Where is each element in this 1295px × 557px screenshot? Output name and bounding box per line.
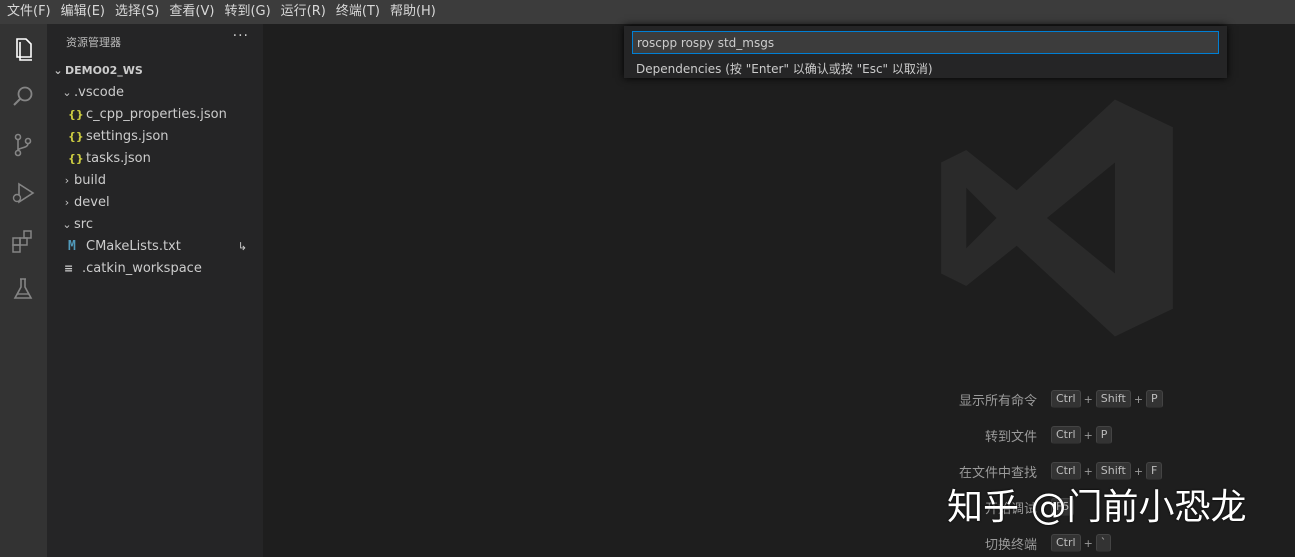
chevron-down-icon: ⌄ (53, 63, 63, 77)
tree-item-settings[interactable]: {} settings.json (47, 125, 263, 147)
menu-terminal[interactable]: 终端(T) (331, 0, 385, 24)
tree-item-src[interactable]: ⌄ src (47, 213, 263, 235)
shortcut-label: 转到文件 (984, 430, 1037, 445)
text-file-icon: ≡ (64, 261, 74, 275)
tree-item-label: src (74, 216, 93, 232)
json-file-icon: {} (68, 107, 84, 121)
testing-flask-icon[interactable] (8, 274, 38, 304)
key-cap: Ctrl (1051, 390, 1081, 408)
menu-selection[interactable]: 选择(S) (110, 0, 164, 24)
tree-item-label: .catkin_workspace (82, 260, 202, 276)
menu-run[interactable]: 运行(R) (276, 0, 331, 24)
shortcut-label: 开始调试 (984, 502, 1037, 517)
plus-sign: + (1133, 392, 1144, 406)
quick-input-widget: Dependencies (按 "Enter" 以确认或按 "Esc" 以取消) (624, 26, 1227, 78)
editor-area: 显示所有命令 Ctrl + Shift + P 转到文件 Ctrl + P 在文… (263, 24, 1295, 557)
shortcut-label: 显示所有命令 (958, 394, 1037, 409)
chevron-down-icon: ⌄ (62, 85, 72, 99)
json-file-icon: {} (68, 129, 84, 143)
tree-item-label: c_cpp_properties.json (86, 106, 227, 122)
menu-bar: 文件(F) 编辑(E) 选择(S) 查看(V) 转到(G) 运行(R) 终端(T… (0, 0, 1295, 24)
tree-item-label: devel (74, 194, 110, 210)
activity-bar (0, 24, 47, 557)
shortcut-label: 在文件中查找 (958, 466, 1037, 481)
menu-file[interactable]: 文件(F) (2, 0, 56, 24)
plus-sign: + (1083, 464, 1093, 478)
tree-item-label: tasks.json (86, 150, 151, 166)
cmake-file-icon: M (68, 238, 76, 254)
workspace-root[interactable]: ⌄ DEMO02_WS (47, 59, 263, 81)
key-cap: Shift (1095, 390, 1131, 408)
tree-item-catkin-workspace[interactable]: ≡ .catkin_workspace (47, 257, 263, 279)
shortcut-keys: Ctrl + ` (1051, 534, 1112, 552)
shortcut-keys: Ctrl + Shift + P (1051, 390, 1163, 408)
vscode-logo-watermark-icon (941, 99, 1173, 337)
sidebar-title: 资源管理器 (66, 36, 121, 49)
chevron-right-icon: › (64, 195, 70, 209)
tree-item-cmakelists[interactable]: M CMakeLists.txt ↳ (47, 235, 263, 257)
source-control-icon[interactable] (8, 130, 38, 160)
search-icon[interactable] (8, 82, 38, 112)
dependencies-input[interactable] (632, 31, 1219, 54)
key-cap: P (1146, 390, 1163, 408)
plus-sign: + (1083, 392, 1093, 406)
json-file-icon: {} (68, 151, 84, 165)
plus-sign: + (1083, 428, 1093, 442)
workspace-root-label: DEMO02_WS (65, 63, 143, 77)
run-debug-icon[interactable] (8, 178, 38, 208)
shortcut-keys: Ctrl + P (1051, 426, 1113, 444)
shortcut-label: 切换终端 (984, 538, 1037, 553)
tree-item-label: CMakeLists.txt (86, 238, 181, 254)
more-actions-icon[interactable]: ··· (233, 28, 249, 44)
plus-sign: + (1083, 536, 1093, 550)
key-cap: Ctrl (1051, 426, 1081, 444)
quick-input-message: Dependencies (按 "Enter" 以确认或按 "Esc" 以取消) (636, 62, 933, 76)
explorer-icon[interactable] (8, 34, 38, 64)
menu-help[interactable]: 帮助(H) (385, 0, 441, 24)
symlink-decoration-icon: ↳ (237, 239, 247, 253)
tree-item-label: settings.json (86, 128, 169, 144)
menu-edit[interactable]: 编辑(E) (56, 0, 110, 24)
plus-sign: + (1133, 464, 1144, 478)
chevron-right-icon: › (64, 173, 70, 187)
zhihu-watermark: 知乎 @门前小恐龙 (947, 487, 1247, 528)
tree-item-build[interactable]: › build (47, 169, 263, 191)
key-cap: ` (1095, 534, 1112, 552)
tree-item-label: build (74, 172, 106, 188)
explorer-sidebar: 资源管理器 ··· ⌄ DEMO02_WS ⌄ .vscode {} c_cpp… (47, 24, 263, 557)
tree-item-vscode[interactable]: ⌄ .vscode (47, 81, 263, 103)
chevron-down-icon: ⌄ (62, 217, 72, 231)
extensions-icon[interactable] (8, 226, 38, 256)
key-cap: P (1095, 426, 1113, 444)
tree-item-devel[interactable]: › devel (47, 191, 263, 213)
menu-go[interactable]: 转到(G) (219, 0, 275, 24)
key-cap: Ctrl (1051, 534, 1081, 552)
tree-item-label: .vscode (74, 84, 124, 100)
tree-item-c-cpp-properties[interactable]: {} c_cpp_properties.json (47, 103, 263, 125)
menu-view[interactable]: 查看(V) (164, 0, 219, 24)
tree-item-tasks[interactable]: {} tasks.json (47, 147, 263, 169)
